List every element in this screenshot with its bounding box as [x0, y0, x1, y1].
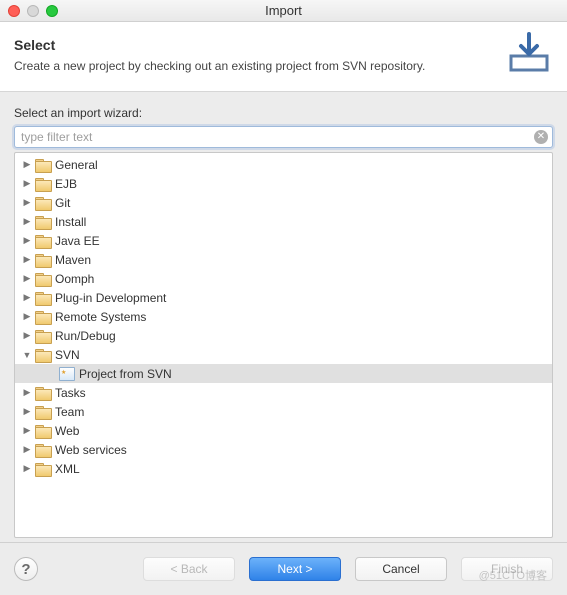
folder-icon — [35, 234, 51, 248]
tree-item[interactable]: ▶ Remote Systems — [15, 307, 552, 326]
folder-icon — [35, 158, 51, 172]
tree-item-label: Project from SVN — [79, 367, 172, 381]
tree-item[interactable]: ▶ Run/Debug — [15, 326, 552, 345]
chevron-right-icon[interactable]: ▶ — [21, 273, 33, 285]
window-title: Import — [0, 3, 567, 18]
chevron-right-icon[interactable]: ▶ — [21, 178, 33, 190]
tree-item-label: Maven — [55, 253, 91, 267]
folder-icon — [35, 443, 51, 457]
tree-item[interactable]: ▶ Plug-in Development — [15, 288, 552, 307]
chevron-right-icon[interactable]: ▶ — [21, 216, 33, 228]
next-button[interactable]: Next > — [249, 557, 341, 581]
wizard-label: Select an import wizard: — [14, 106, 553, 120]
tree-item-label: Tasks — [55, 386, 86, 400]
tree-item-label: Web services — [55, 443, 127, 457]
folder-icon — [35, 386, 51, 400]
tree-item[interactable]: ▶ Java EE — [15, 231, 552, 250]
tree-item[interactable]: ▶ Tasks — [15, 383, 552, 402]
chevron-right-icon[interactable]: ▶ — [21, 406, 33, 418]
chevron-down-icon[interactable]: ▼ — [21, 349, 33, 361]
chevron-right-icon[interactable]: ▶ — [21, 387, 33, 399]
tree-item[interactable]: ▶ EJB — [15, 174, 552, 193]
tree-item-label: Plug-in Development — [55, 291, 166, 305]
tree-item[interactable]: ▶ Team — [15, 402, 552, 421]
folder-icon — [35, 424, 51, 438]
chevron-right-icon[interactable]: ▶ — [21, 159, 33, 171]
folder-icon — [35, 177, 51, 191]
tree-item-label: Install — [55, 215, 86, 229]
tree-item-label: Git — [55, 196, 70, 210]
folder-icon — [35, 310, 51, 324]
chevron-right-icon[interactable]: ▶ — [21, 197, 33, 209]
tree-item[interactable]: ▶ Web — [15, 421, 552, 440]
tree-item[interactable]: ▶ Oomph — [15, 269, 552, 288]
folder-icon — [35, 215, 51, 229]
project-icon — [59, 367, 75, 381]
chevron-right-icon[interactable]: ▶ — [21, 463, 33, 475]
tree-item[interactable]: ▶ Install — [15, 212, 552, 231]
tree-item[interactable]: ▼ SVN — [15, 345, 552, 364]
folder-icon — [35, 348, 51, 362]
dialog-header: Select Create a new project by checking … — [0, 22, 567, 92]
chevron-right-icon[interactable]: ▶ — [21, 292, 33, 304]
cancel-button[interactable]: Cancel — [355, 557, 447, 581]
dialog-body: Select an import wizard: ✕ ▶General▶EJB▶… — [0, 92, 567, 542]
filter-input[interactable] — [14, 126, 553, 148]
tree-item-label: General — [55, 158, 98, 172]
wizard-tree[interactable]: ▶ General ▶ EJB ▶ Git ▶ Install ▶ Java EE ▶ Maven ▶ O… — [14, 152, 553, 538]
dialog-footer: ? < Back Next > Cancel Finish — [0, 542, 567, 595]
title-bar: Import — [0, 0, 567, 22]
folder-icon — [35, 405, 51, 419]
tree-item-label: Run/Debug — [55, 329, 116, 343]
tree-item-label: SVN — [55, 348, 80, 362]
tree-item[interactable]: ▶ XML — [15, 459, 552, 478]
chevron-right-icon[interactable]: ▶ — [21, 235, 33, 247]
tree-item-label: Web — [55, 424, 79, 438]
tree-item-label: Java EE — [55, 234, 100, 248]
tree-item[interactable]: ▶ Web services — [15, 440, 552, 459]
chevron-right-icon[interactable]: ▶ — [21, 425, 33, 437]
tree-item-label: Oomph — [55, 272, 94, 286]
folder-icon — [35, 272, 51, 286]
tree-item-label: Remote Systems — [55, 310, 146, 324]
finish-button: Finish — [461, 557, 553, 581]
tree-item-label: EJB — [55, 177, 77, 191]
tree-item[interactable]: ▶ Maven — [15, 250, 552, 269]
clear-filter-icon[interactable]: ✕ — [534, 130, 548, 144]
folder-icon — [35, 196, 51, 210]
chevron-right-icon[interactable]: ▶ — [21, 254, 33, 266]
tree-item[interactable]: ▶ Git — [15, 193, 552, 212]
help-button[interactable]: ? — [14, 557, 38, 581]
folder-icon — [35, 329, 51, 343]
chevron-right-icon[interactable]: ▶ — [21, 330, 33, 342]
page-title: Select — [14, 37, 425, 53]
chevron-right-icon[interactable]: ▶ — [21, 444, 33, 456]
tree-item-label: Team — [55, 405, 84, 419]
back-button: < Back — [143, 557, 235, 581]
chevron-right-icon[interactable]: ▶ — [21, 311, 33, 323]
folder-icon — [35, 253, 51, 267]
tree-item[interactable]: ▶ General — [15, 155, 552, 174]
page-description: Create a new project by checking out an … — [14, 59, 425, 73]
tree-item[interactable]: Project from SVN — [15, 364, 552, 383]
folder-icon — [35, 291, 51, 305]
import-icon — [505, 32, 553, 77]
folder-icon — [35, 462, 51, 476]
spacer — [45, 368, 57, 380]
tree-item-label: XML — [55, 462, 80, 476]
